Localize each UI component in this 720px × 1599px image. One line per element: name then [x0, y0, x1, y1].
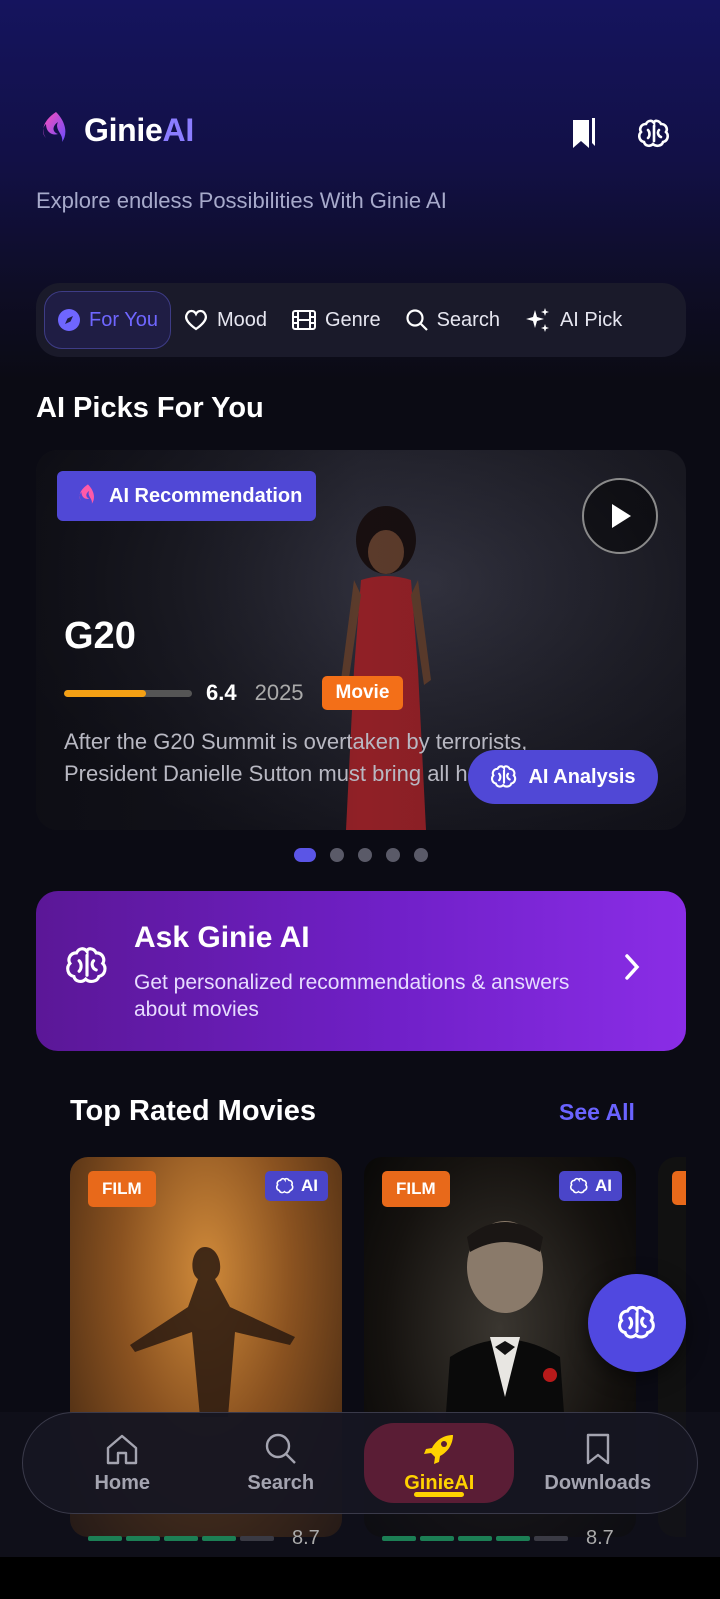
- nav-ginieai[interactable]: GinieAI: [364, 1423, 515, 1503]
- tab-label: Mood: [216, 308, 267, 331]
- chevron-right-icon: [625, 954, 640, 980]
- bookmark-icon[interactable]: [566, 114, 602, 154]
- bottom-nav: Home Search GinieAI Downloads: [22, 1412, 698, 1514]
- film-tag: FILM: [382, 1171, 450, 1207]
- ai-recommendation-badge: AI Recommendation: [57, 471, 317, 521]
- carousel-dot[interactable]: [386, 848, 400, 862]
- tagline: Explore endless Possibilities With Ginie…: [36, 188, 447, 213]
- brain-icon: [569, 1177, 588, 1194]
- rating-segment: [240, 1535, 274, 1541]
- search-icon: [405, 309, 428, 331]
- tab-label: Search: [436, 308, 500, 331]
- brain-icon: [618, 1305, 655, 1339]
- card-rating: 8.7: [382, 1527, 614, 1549]
- home-icon: [107, 1434, 138, 1464]
- card-score: 8.7: [586, 1526, 614, 1549]
- tab-for-you[interactable]: For You: [44, 291, 171, 349]
- rating-segment: [202, 1535, 236, 1541]
- rating-segment: [164, 1535, 198, 1541]
- button-label: AI Analysis: [528, 765, 636, 788]
- brain-icon: [66, 947, 107, 983]
- rocket-icon: [424, 1434, 454, 1464]
- nav-downloads[interactable]: Downloads: [523, 1423, 673, 1503]
- carousel-dot[interactable]: [358, 848, 372, 862]
- ai-tag-label: AI: [595, 1176, 612, 1195]
- rating-segment: [420, 1535, 454, 1541]
- ask-ginie-banner[interactable]: Ask Ginie AI Get personalized recommenda…: [36, 891, 686, 1051]
- carousel-dot[interactable]: [330, 848, 344, 862]
- brain-icon: [275, 1177, 294, 1194]
- header: GinieAI: [36, 110, 686, 160]
- tab-search[interactable]: Search: [393, 291, 512, 349]
- tab-label: Genre: [324, 308, 381, 331]
- nav-label: Downloads: [544, 1471, 652, 1494]
- ai-tag: AI: [559, 1171, 622, 1201]
- heart-icon: [185, 309, 207, 331]
- film-tag: [672, 1171, 686, 1205]
- card-rating: 8.7: [88, 1527, 320, 1549]
- active-indicator: [414, 1492, 465, 1497]
- search-icon: [265, 1433, 296, 1464]
- section-title-top-rated: Top Rated Movies: [70, 1095, 316, 1127]
- carousel-dots: [294, 848, 428, 862]
- carousel-dot[interactable]: [414, 848, 428, 862]
- ai-tag: AI: [265, 1171, 328, 1201]
- type-badge: Movie: [321, 676, 404, 710]
- sparkles-icon: [525, 308, 549, 332]
- brand: GinieAI: [36, 110, 194, 150]
- app-screen: GinieAI Explore endless Possibilities Wi…: [0, 0, 720, 1599]
- see-all-link[interactable]: See All: [559, 1099, 635, 1126]
- rating-row: 6.4 2025 Movie: [64, 675, 404, 711]
- film-tag: FILM: [88, 1171, 156, 1207]
- nav-home[interactable]: Home: [47, 1423, 197, 1503]
- rating-segment: [458, 1535, 492, 1541]
- rating-bar: [64, 689, 192, 697]
- tab-mood[interactable]: Mood: [171, 291, 279, 349]
- ask-title: Ask Ginie AI: [134, 921, 310, 954]
- release-year: 2025: [254, 680, 304, 705]
- tab-label: For You: [89, 308, 158, 331]
- system-bar: [0, 1557, 720, 1599]
- tab-ai-pick[interactable]: AI Pick: [512, 291, 634, 349]
- rating-segment: [534, 1535, 568, 1541]
- rating-bar-fill: [64, 689, 146, 697]
- play-button[interactable]: [582, 478, 658, 554]
- bookmark-icon: [586, 1433, 609, 1464]
- card-score: 8.7: [292, 1526, 320, 1549]
- ai-tag-label: AI: [301, 1176, 318, 1195]
- brain-icon: [491, 765, 517, 788]
- flame-logo-icon: [43, 112, 66, 142]
- rating-segment: [88, 1535, 122, 1541]
- ask-subtitle: Get personalized recommendations & answe…: [134, 971, 570, 1021]
- ai-chat-fab[interactable]: [588, 1274, 686, 1372]
- play-icon: [612, 504, 631, 528]
- tab-genre[interactable]: Genre: [279, 291, 393, 349]
- rating-segment: [126, 1535, 160, 1541]
- compass-icon: [58, 309, 80, 331]
- nav-search[interactable]: Search: [206, 1423, 356, 1503]
- rating-segment: [382, 1535, 416, 1541]
- flame-logo-icon: [79, 484, 95, 504]
- movie-title: G20: [64, 615, 136, 657]
- nav-label: Home: [94, 1471, 151, 1494]
- film-icon: [291, 310, 316, 330]
- category-tabs: For You Mood Genre Search AI Pick: [36, 283, 686, 357]
- rating-segment: [496, 1535, 530, 1541]
- brand-name: GinieAI: [84, 111, 194, 148]
- nav-label: Search: [247, 1471, 315, 1494]
- ai-analysis-button[interactable]: AI Analysis: [468, 750, 658, 804]
- badge-label: AI Recommendation: [109, 484, 303, 507]
- rating-value: 6.4: [206, 680, 237, 705]
- section-title-ai-picks: AI Picks For You: [36, 392, 264, 424]
- carousel-dot[interactable]: [294, 848, 316, 862]
- brain-icon[interactable]: [636, 114, 672, 154]
- tab-label: AI Pick: [559, 308, 623, 331]
- ai-pick-card[interactable]: AI Recommendation G20 6.4 2025 Movie Aft…: [36, 450, 686, 830]
